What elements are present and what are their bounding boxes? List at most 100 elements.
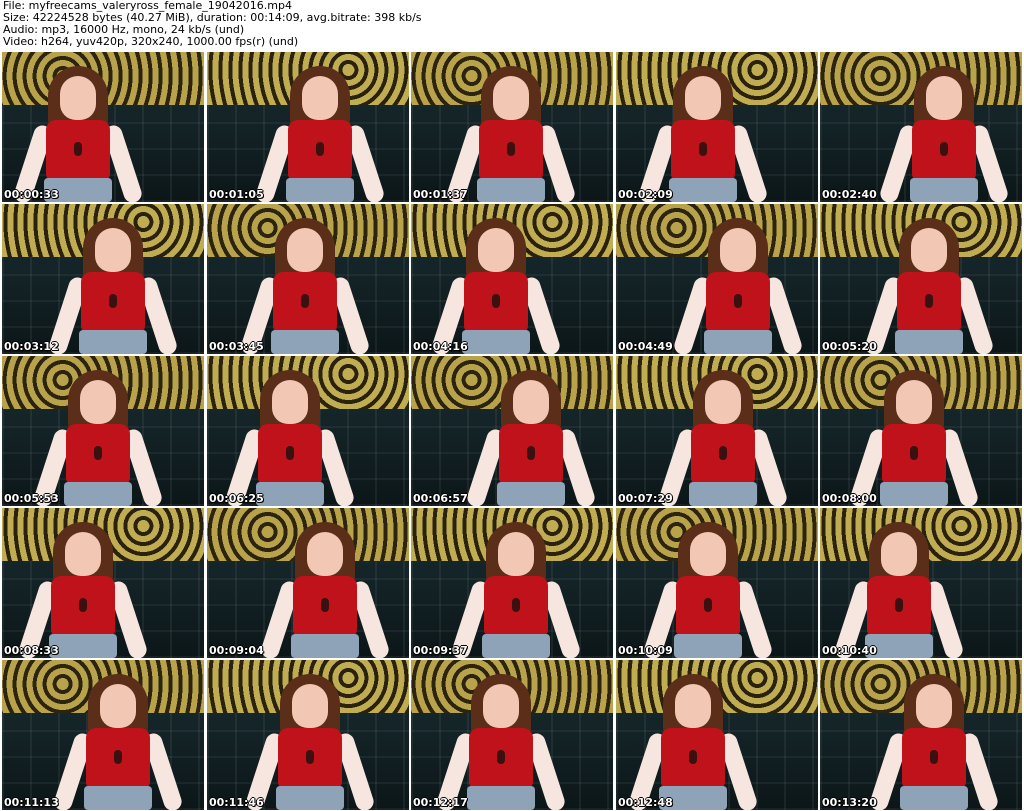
thumbnail-frame-image (616, 356, 818, 506)
person-figure (833, 518, 965, 658)
person-figure (642, 518, 774, 658)
thumbnail-timestamp: 00:10:09 (618, 644, 673, 657)
person-keyhole (94, 446, 102, 460)
person-figure (224, 366, 356, 506)
person-keyhole (734, 294, 742, 308)
person-face (705, 380, 741, 424)
person-jeans (467, 786, 535, 810)
person-face (302, 76, 338, 120)
person-jeans (910, 178, 978, 202)
person-jeans (49, 634, 117, 658)
thumbnail-timestamp: 00:09:37 (413, 644, 468, 657)
person-keyhole (925, 294, 933, 308)
person-jeans (291, 634, 359, 658)
thumbnail-frame-image (820, 660, 1022, 810)
person-face (720, 228, 756, 272)
video-thumbnail: 00:04:16 (411, 204, 613, 354)
person-figure (627, 670, 759, 810)
person-face (292, 684, 328, 728)
person-jeans (669, 178, 737, 202)
person-face (685, 76, 721, 120)
person-keyhole (719, 446, 727, 460)
person-figure (47, 214, 179, 354)
video-thumbnail: 00:10:09 (616, 508, 818, 658)
video-thumbnail: 00:06:57 (411, 356, 613, 506)
person-figure (863, 214, 995, 354)
person-face (493, 76, 529, 120)
person-jeans (256, 482, 324, 506)
thumbnail-frame-image (411, 204, 613, 354)
video-thumbnail: 00:08:33 (2, 508, 204, 658)
person-figure (450, 518, 582, 658)
person-figure (259, 518, 391, 658)
person-face (287, 228, 323, 272)
video-thumbnail: 00:06:25 (207, 356, 409, 506)
thumbnail-timestamp: 00:06:25 (209, 492, 264, 505)
video-thumbnail: 00:12:48 (616, 660, 818, 810)
person-face (926, 76, 962, 120)
person-figure (254, 62, 386, 202)
thumbnail-frame-image (616, 52, 818, 202)
thumbnail-timestamp: 00:02:09 (618, 188, 673, 201)
person-keyhole (895, 598, 903, 612)
thumbnail-timestamp: 00:01:37 (413, 188, 468, 201)
person-keyhole (321, 598, 329, 612)
thumbnail-frame-image (2, 204, 204, 354)
video-thumbnail: 00:03:12 (2, 204, 204, 354)
person-keyhole (910, 446, 918, 460)
thumbnail-frame-image (411, 660, 613, 810)
thumbnail-frame-image (2, 660, 204, 810)
thumbnail-frame-image (616, 204, 818, 354)
thumbnail-frame-image (411, 508, 613, 658)
person-jeans (689, 482, 757, 506)
thumbnail-timestamp: 00:11:13 (4, 796, 59, 809)
thumbnail-frame-image (820, 508, 1022, 658)
person-jeans (482, 634, 550, 658)
thumbnail-timestamp: 00:07:29 (618, 492, 673, 505)
person-face (478, 228, 514, 272)
thumbnail-frame-image (2, 356, 204, 506)
video-info-line: Video: h264, yuv420p, 320x240, 1000.00 f… (3, 35, 299, 48)
thumbnail-timestamp: 00:00:33 (4, 188, 59, 201)
person-jeans (286, 178, 354, 202)
person-keyhole (940, 142, 948, 156)
person-keyhole (497, 750, 505, 764)
video-thumbnail: 00:02:09 (616, 52, 818, 202)
video-thumbnail: 00:00:33 (2, 52, 204, 202)
person-keyhole (930, 750, 938, 764)
thumbnail-frame-image (207, 52, 409, 202)
person-keyhole (109, 294, 117, 308)
video-thumbnail: 00:11:13 (2, 660, 204, 810)
thumbnail-timestamp: 00:12:48 (618, 796, 673, 809)
person-figure (637, 62, 769, 202)
person-face (911, 228, 947, 272)
video-thumbnail: 00:11:46 (207, 660, 409, 810)
person-face (690, 532, 726, 576)
person-jeans (497, 482, 565, 506)
person-figure (17, 518, 149, 658)
thumbnail-timestamp: 00:11:46 (209, 796, 264, 809)
file-info-header: File: myfreecams_valeryross_female_19042… (0, 0, 1024, 50)
person-figure (672, 214, 804, 354)
person-keyhole (306, 750, 314, 764)
person-jeans (880, 482, 948, 506)
person-figure (12, 62, 144, 202)
person-keyhole (492, 294, 500, 308)
thumbnail-frame-image (411, 356, 613, 506)
person-jeans (462, 330, 530, 354)
thumbnail-frame-image (207, 508, 409, 658)
video-thumbnail: 00:05:53 (2, 356, 204, 506)
thumbnail-frame-image (820, 204, 1022, 354)
person-figure (244, 670, 376, 810)
person-figure (657, 366, 789, 506)
thumbnail-timestamp: 00:02:40 (822, 188, 877, 201)
person-face (65, 532, 101, 576)
thumbnail-timestamp: 00:04:49 (618, 340, 673, 353)
thumbnail-timestamp: 00:01:05 (209, 188, 264, 201)
person-keyhole (704, 598, 712, 612)
person-jeans (477, 178, 545, 202)
thumbnail-timestamp: 00:08:33 (4, 644, 59, 657)
thumbnail-grid: 00:00:33 00:01:05 00:01:37 00:02:09 00:02:40… (0, 50, 1024, 811)
person-figure (435, 670, 567, 810)
person-figure (848, 366, 980, 506)
